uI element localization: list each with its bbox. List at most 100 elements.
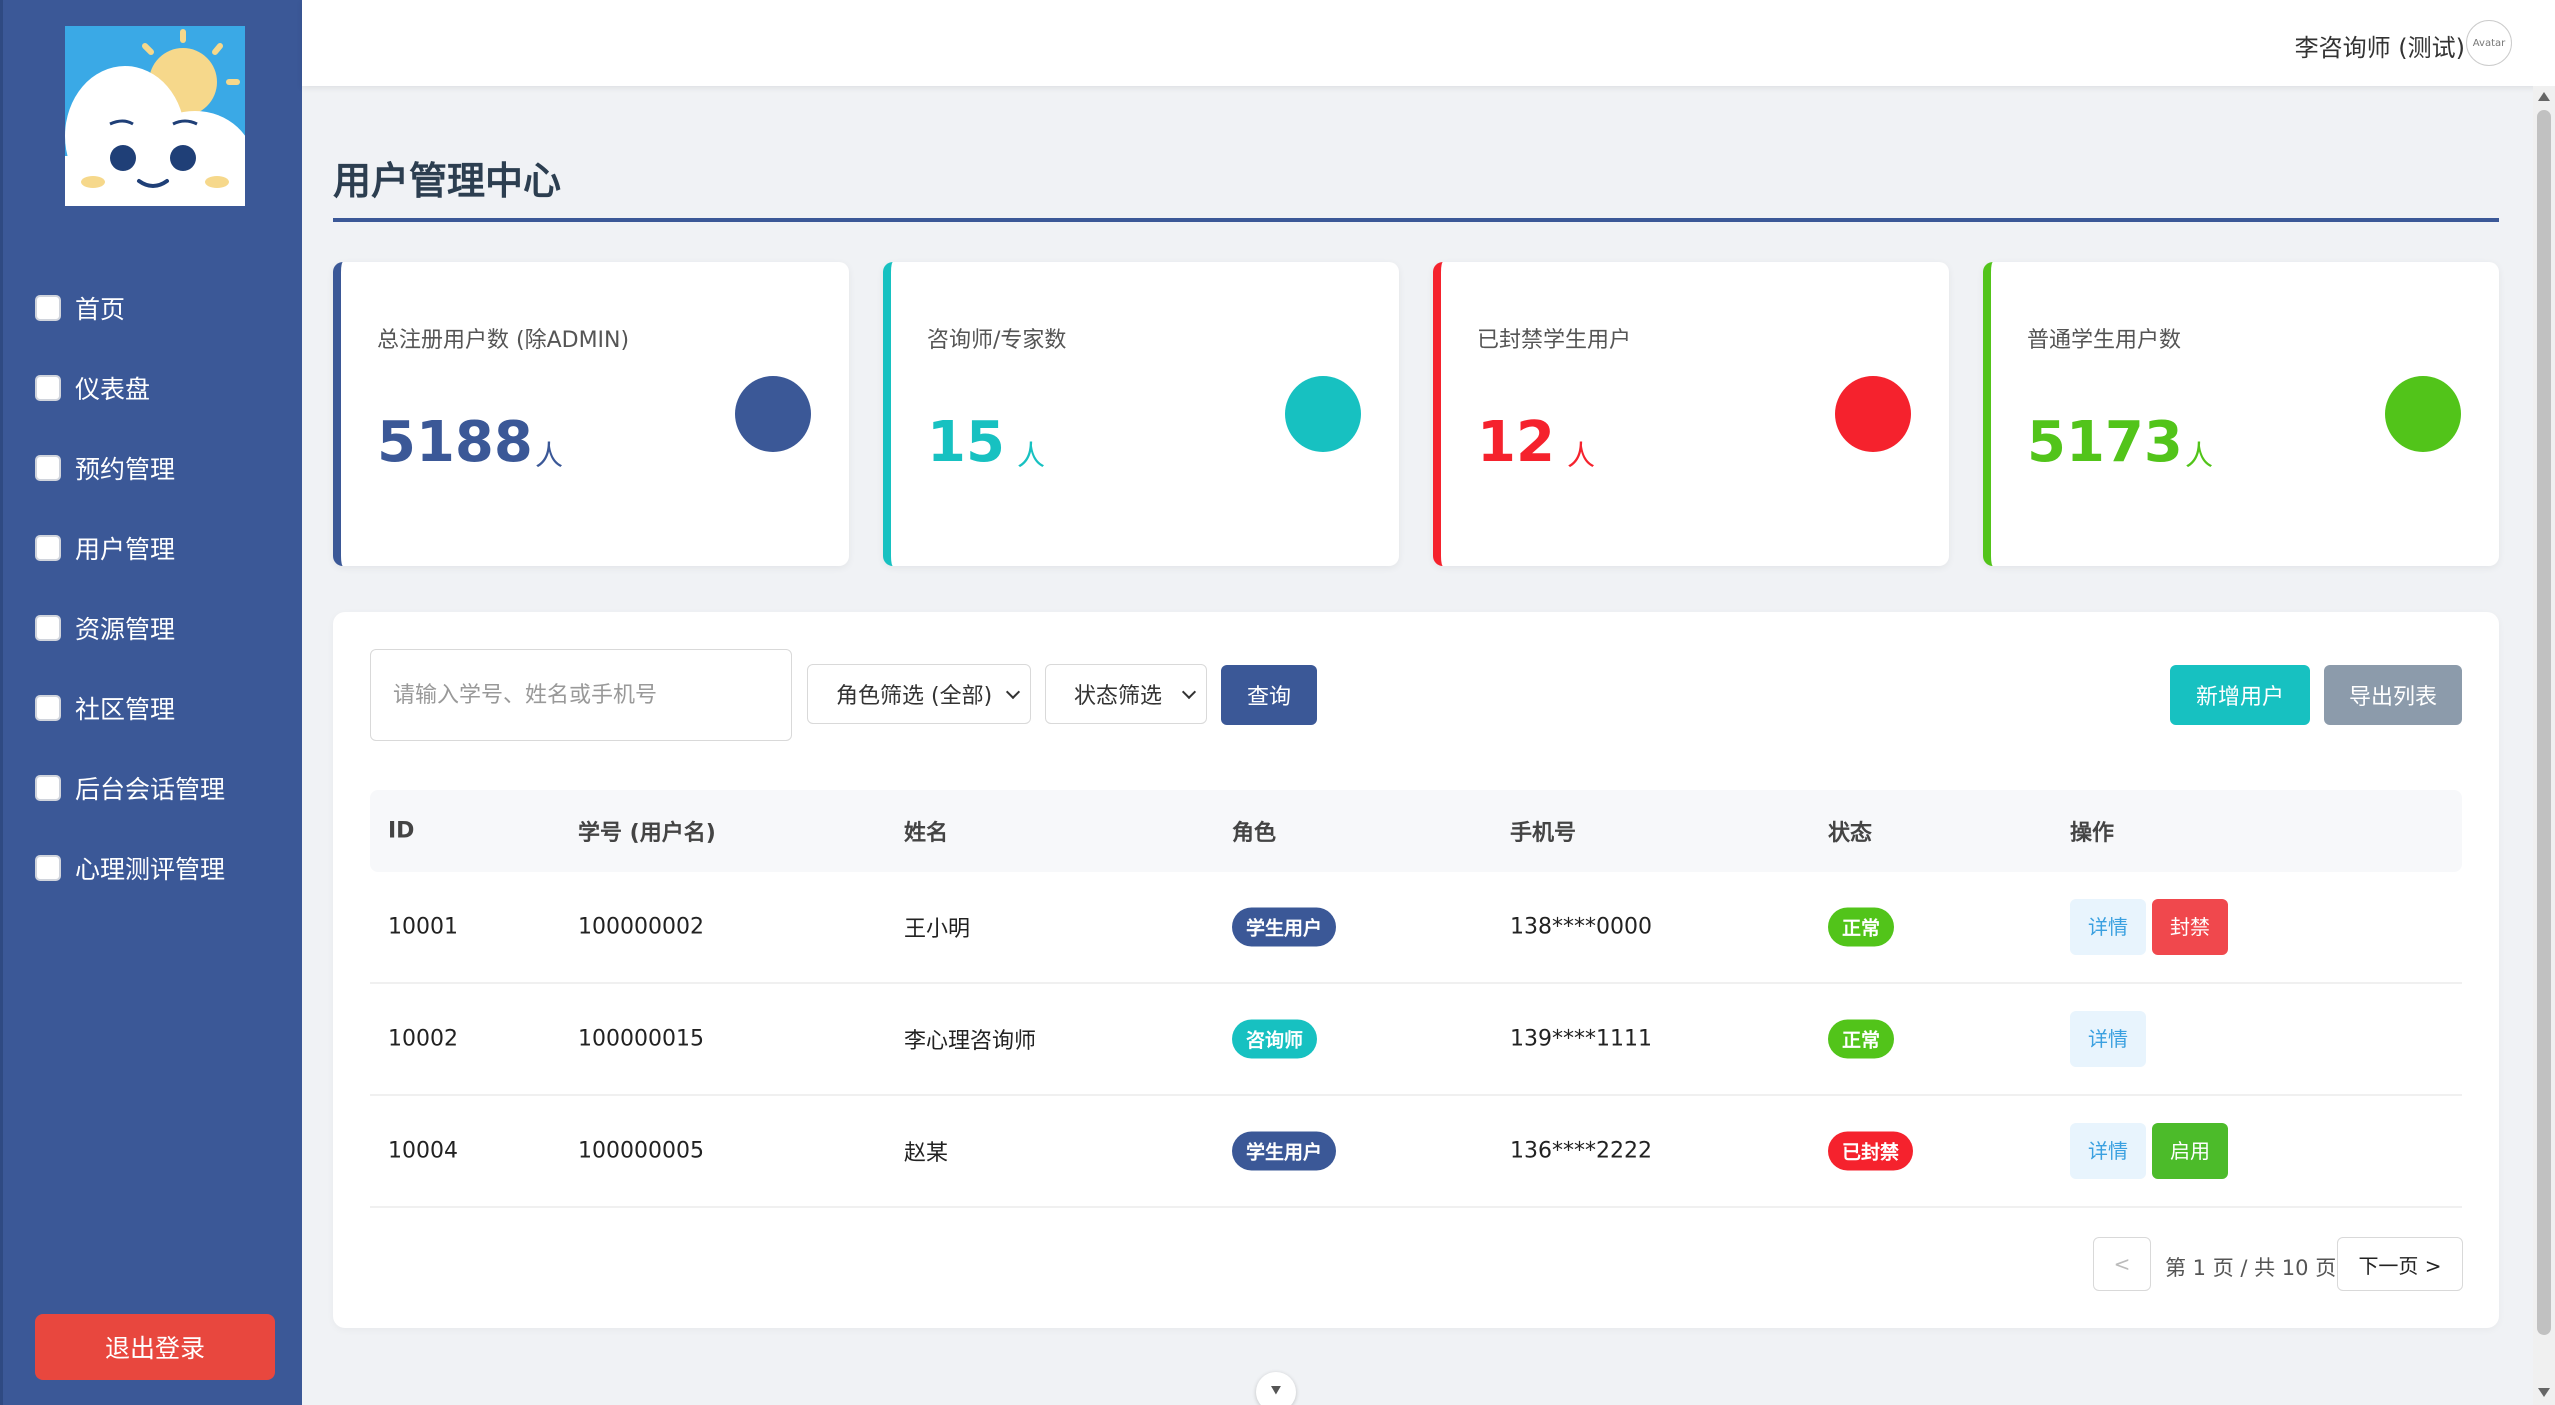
role-badge: 学生用户: [1232, 907, 1337, 947]
stat-unit: 人: [1017, 439, 1046, 472]
add-user-button[interactable]: 新增用户: [2170, 665, 2310, 725]
sidebar-item-resources[interactable]: 资源管理: [3, 588, 305, 668]
stat-card-total-users: 总注册用户数 (除ADMIN) 5188 人: [333, 262, 849, 566]
sidebar-item-appointments[interactable]: 预约管理: [3, 428, 305, 508]
checkbox-icon: [35, 615, 61, 641]
sidebar-item-sessions[interactable]: 后台会话管理: [3, 748, 305, 828]
stat-value: 5188: [377, 410, 533, 475]
sidebar-nav: 首页 仪表盘 预约管理 用户管理 资源管理 社区管理 后台会话管理 心理测评管理: [3, 268, 305, 908]
role-badge: 学生用户: [1232, 1131, 1337, 1171]
user-table-panel: 角色筛选 (全部) 状态筛选 查询 新增用户 导出列表 ID 学号 (用户名) …: [333, 612, 2499, 1328]
column-header-id: ID: [388, 818, 415, 844]
cell-username: 100000002: [578, 914, 704, 940]
column-header-phone: 手机号: [1510, 821, 1577, 846]
status-filter-select[interactable]: 状态筛选: [1045, 664, 1207, 724]
sidebar-item-home[interactable]: 首页: [3, 268, 305, 348]
stat-card-students: 普通学生用户数 5173 人: [1983, 262, 2499, 566]
query-button[interactable]: 查询: [1221, 665, 1317, 725]
checkbox-icon: [35, 535, 61, 561]
stat-label: 咨询师/专家数: [927, 328, 1067, 353]
stat-circle-icon: [2385, 376, 2461, 452]
detail-button[interactable]: 详情: [2070, 899, 2146, 955]
scroll-down-icon[interactable]: [2538, 1388, 2550, 1397]
chevron-down-icon: [1005, 684, 1021, 700]
stat-circle-icon: [735, 376, 811, 452]
column-header-role: 角色: [1232, 821, 1277, 846]
logout-button[interactable]: 退出登录: [35, 1314, 275, 1380]
sidebar-item-label: 资源管理: [75, 615, 176, 644]
status-badge: 正常: [1828, 907, 1895, 947]
title-divider: [333, 218, 2499, 222]
column-header-name: 姓名: [904, 821, 949, 846]
scroll-up-icon[interactable]: [2538, 92, 2550, 101]
cell-phone: 136****2222: [1510, 1138, 1652, 1164]
stat-value: 15: [927, 410, 1005, 475]
column-header-username: 学号 (用户名): [578, 821, 716, 846]
sidebar-item-label: 仪表盘: [75, 375, 151, 404]
stat-circle-icon: [1285, 376, 1361, 452]
chevron-down-icon: [1181, 684, 1197, 700]
stat-unit: 人: [1567, 439, 1596, 472]
status-filter-value: 状态筛选: [1074, 684, 1163, 709]
stat-label: 普通学生用户数: [2027, 328, 2182, 353]
users-table: ID 学号 (用户名) 姓名 角色 手机号 状态 操作 10001 100000…: [370, 790, 2462, 1208]
stat-card-banned: 已封禁学生用户 12 人: [1433, 262, 1949, 566]
cell-id: 10004: [388, 1138, 458, 1164]
detail-button[interactable]: 详情: [2070, 1123, 2146, 1179]
sidebar-item-assessments[interactable]: 心理测评管理: [3, 828, 305, 908]
checkbox-icon: [35, 855, 61, 881]
avatar[interactable]: Avatar: [2466, 20, 2512, 66]
detail-button[interactable]: 详情: [2070, 1011, 2146, 1067]
cloud-sun-logo-icon: [65, 26, 245, 206]
role-badge: 咨询师: [1232, 1019, 1318, 1059]
sidebar-item-dashboard[interactable]: 仪表盘: [3, 348, 305, 428]
checkbox-icon: [35, 695, 61, 721]
column-header-actions: 操作: [2070, 821, 2115, 846]
stat-value: 12: [1477, 410, 1555, 475]
stat-circle-icon: [1835, 376, 1911, 452]
page-info: 第 1 页 / 共 10 页: [2165, 1256, 2337, 1280]
cell-username: 100000015: [578, 1026, 704, 1052]
cell-phone: 139****1111: [1510, 1026, 1652, 1052]
top-bar: 李咨询师 (测试) Avatar: [302, 0, 2555, 86]
sidebar-item-label: 社区管理: [75, 695, 176, 724]
export-list-button[interactable]: 导出列表: [2324, 665, 2462, 725]
cell-name: 李心理咨询师: [904, 1029, 1037, 1054]
stat-label: 总注册用户数 (除ADMIN): [377, 328, 630, 353]
table-header: ID 学号 (用户名) 姓名 角色 手机号 状态 操作: [370, 790, 2462, 872]
search-input[interactable]: [370, 649, 792, 741]
enable-button[interactable]: 启用: [2152, 1123, 2228, 1179]
user-name[interactable]: 李咨询师 (测试): [2295, 28, 2465, 63]
sidebar: 首页 仪表盘 预约管理 用户管理 资源管理 社区管理 后台会话管理 心理测评管理…: [0, 0, 302, 1405]
status-badge: 正常: [1828, 1019, 1895, 1059]
role-filter-value: 角色筛选 (全部): [836, 684, 993, 709]
scrollbar-thumb[interactable]: [2537, 110, 2551, 1335]
sidebar-item-label: 心理测评管理: [75, 855, 226, 884]
sidebar-item-community[interactable]: 社区管理: [3, 668, 305, 748]
role-filter-select[interactable]: 角色筛选 (全部): [807, 664, 1031, 724]
sidebar-item-label: 首页: [75, 295, 126, 324]
cell-id: 10001: [388, 914, 458, 940]
cell-username: 100000005: [578, 1138, 704, 1164]
sidebar-item-users[interactable]: 用户管理: [3, 508, 305, 588]
table-row: 10002 100000015 李心理咨询师 咨询师 139****1111 正…: [370, 984, 2462, 1096]
sidebar-item-label: 预约管理: [75, 455, 176, 484]
checkbox-icon: [35, 775, 61, 801]
table-row: 10004 100000005 赵某 学生用户 136****2222 已封禁 …: [370, 1096, 2462, 1208]
table-row: 10001 100000002 王小明 学生用户 138****0000 正常 …: [370, 872, 2462, 984]
prev-page-button[interactable]: <: [2093, 1237, 2151, 1291]
checkbox-icon: [35, 295, 61, 321]
status-badge: 已封禁: [1828, 1131, 1914, 1171]
cell-phone: 138****0000: [1510, 914, 1652, 940]
stat-unit: 人: [2185, 439, 2214, 472]
app-logo: [65, 26, 245, 206]
checkbox-icon: [35, 455, 61, 481]
checkbox-icon: [35, 375, 61, 401]
chevron-down-icon[interactable]: ⯆: [1256, 1372, 1296, 1405]
next-page-button[interactable]: 下一页 >: [2337, 1237, 2463, 1291]
ban-button[interactable]: 封禁: [2152, 899, 2228, 955]
cell-id: 10002: [388, 1026, 458, 1052]
cell-name: 赵某: [904, 1141, 949, 1166]
stat-unit: 人: [535, 439, 564, 472]
page-title: 用户管理中心: [333, 159, 562, 203]
